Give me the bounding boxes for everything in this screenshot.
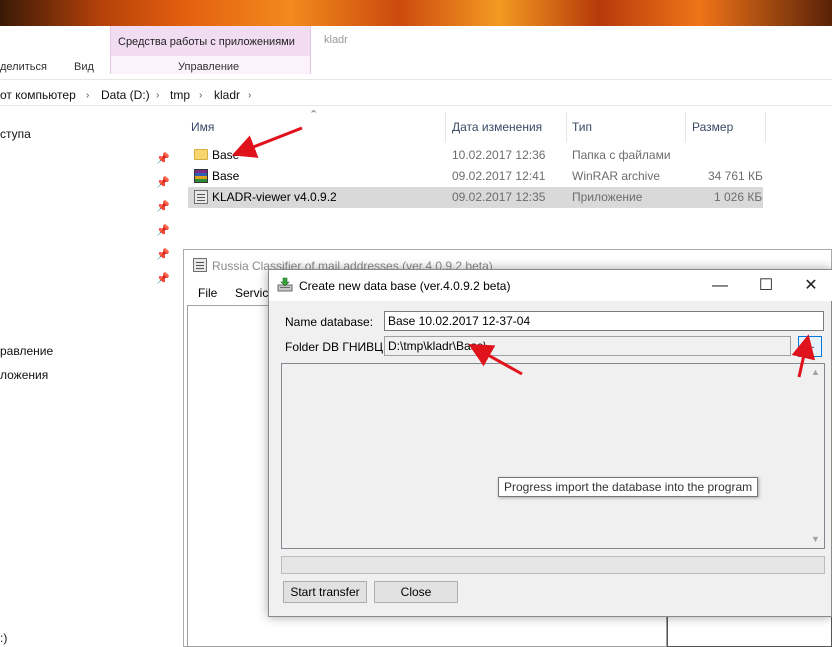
file-modified: 09.02.2017 12:41 bbox=[452, 169, 546, 183]
sort-up-icon: ⌃ bbox=[309, 109, 319, 121]
pin-icon[interactable]: 📌 bbox=[156, 177, 170, 189]
log-scrollbar[interactable]: ▲ ▼ bbox=[807, 364, 824, 548]
tab-manage[interactable]: Управление bbox=[178, 61, 239, 73]
column-header-type[interactable]: Тип bbox=[572, 120, 592, 134]
file-modified: 10.02.2017 12:36 bbox=[452, 148, 546, 162]
dialog-title: Create new data base (ver.4.0.9.2 beta) bbox=[299, 279, 511, 293]
pin-icon[interactable]: 📌 bbox=[156, 225, 170, 237]
breadcrumb-kladr[interactable]: kladr bbox=[214, 88, 240, 102]
breadcrumb-tmp[interactable]: tmp bbox=[170, 88, 190, 102]
name-database-label: Name database: bbox=[285, 315, 374, 329]
ribbon-context-title: Средства работы с приложениями bbox=[118, 36, 295, 48]
close-window-button[interactable]: ✕ bbox=[788, 270, 832, 301]
breadcrumb-drive[interactable]: Data (D:) bbox=[101, 88, 150, 102]
close-button[interactable]: Close bbox=[374, 581, 458, 603]
file-size: 1 026 КБ bbox=[714, 190, 763, 204]
start-transfer-button[interactable]: Start transfer bbox=[283, 581, 367, 603]
file-type: Папка с файлами bbox=[572, 148, 671, 162]
chevron-right-icon: › bbox=[199, 90, 203, 101]
pin-icon[interactable]: 📌 bbox=[156, 273, 170, 285]
chevron-right-icon: › bbox=[248, 90, 252, 101]
window-title: kladr bbox=[324, 34, 348, 46]
file-modified: 09.02.2017 12:35 bbox=[452, 190, 546, 204]
tab-view[interactable]: Вид bbox=[74, 61, 94, 73]
desktop-wallpaper bbox=[0, 0, 832, 26]
app-window-icon bbox=[193, 258, 207, 272]
scroll-up-icon[interactable]: ▲ bbox=[807, 364, 824, 381]
column-divider[interactable] bbox=[445, 112, 446, 142]
name-database-input[interactable]: Base 10.02.2017 12-37-04 bbox=[384, 311, 824, 331]
nav-item-quick-access[interactable]: ступа bbox=[0, 127, 31, 141]
pin-icon[interactable]: 📌 bbox=[156, 153, 170, 165]
import-progress-bar bbox=[281, 556, 825, 574]
nav-item-drive[interactable]: :) bbox=[0, 631, 7, 645]
scroll-down-icon[interactable]: ▼ bbox=[807, 531, 824, 548]
column-header-name[interactable]: Имя bbox=[191, 120, 214, 134]
nav-item-applications[interactable]: ложения bbox=[0, 368, 48, 382]
menu-service[interactable]: Servic bbox=[235, 286, 268, 300]
table-row[interactable]: Base 10.02.2017 12:36 Папка с файлами bbox=[188, 145, 763, 166]
tab-share[interactable]: делиться bbox=[0, 61, 47, 73]
folder-db-field[interactable]: D:\tmp\kladr\Base\ bbox=[384, 336, 791, 356]
file-name: Base bbox=[212, 148, 240, 162]
file-type: WinRAR archive bbox=[572, 169, 661, 183]
import-log-box[interactable]: ▲ ▼ bbox=[281, 363, 825, 549]
folder-icon bbox=[194, 149, 208, 160]
file-name: Base bbox=[212, 169, 240, 183]
file-type: Приложение bbox=[572, 190, 643, 204]
chevron-right-icon: › bbox=[86, 90, 90, 101]
column-header-size[interactable]: Размер bbox=[692, 120, 733, 134]
table-row[interactable]: Base 09.02.2017 12:41 WinRAR archive 34 … bbox=[188, 166, 763, 187]
column-divider[interactable] bbox=[685, 112, 686, 142]
application-icon bbox=[194, 190, 208, 204]
column-divider[interactable] bbox=[765, 112, 766, 142]
column-header-modified[interactable]: Дата изменения bbox=[452, 120, 542, 134]
nav-item-manage[interactable]: равление bbox=[0, 344, 53, 358]
create-database-dialog: Create new data base (ver.4.0.9.2 beta) … bbox=[268, 269, 832, 617]
progress-tooltip: Progress import the database into the pr… bbox=[498, 477, 758, 497]
maximize-button[interactable]: ☐ bbox=[743, 270, 789, 301]
table-row-selected[interactable]: KLADR-viewer v4.0.9.2 09.02.2017 12:35 П… bbox=[188, 187, 763, 208]
file-name: KLADR-viewer v4.0.9.2 bbox=[212, 190, 337, 204]
database-download-icon bbox=[277, 277, 293, 293]
pin-icon[interactable]: 📌 bbox=[156, 201, 170, 213]
menu-file[interactable]: File bbox=[198, 286, 217, 300]
winrar-archive-icon bbox=[194, 169, 208, 183]
breadcrumb-this-pc[interactable]: от компьютер bbox=[0, 88, 76, 102]
column-divider[interactable] bbox=[566, 112, 567, 142]
file-size: 34 761 КБ bbox=[708, 169, 763, 183]
chevron-right-icon: › bbox=[156, 90, 160, 101]
folder-db-label: Folder DB ГНИВЦ: bbox=[285, 340, 387, 354]
browse-folder-button[interactable]: ... bbox=[798, 336, 822, 357]
minimize-button[interactable]: — bbox=[697, 270, 743, 301]
pin-icon[interactable]: 📌 bbox=[156, 249, 170, 261]
